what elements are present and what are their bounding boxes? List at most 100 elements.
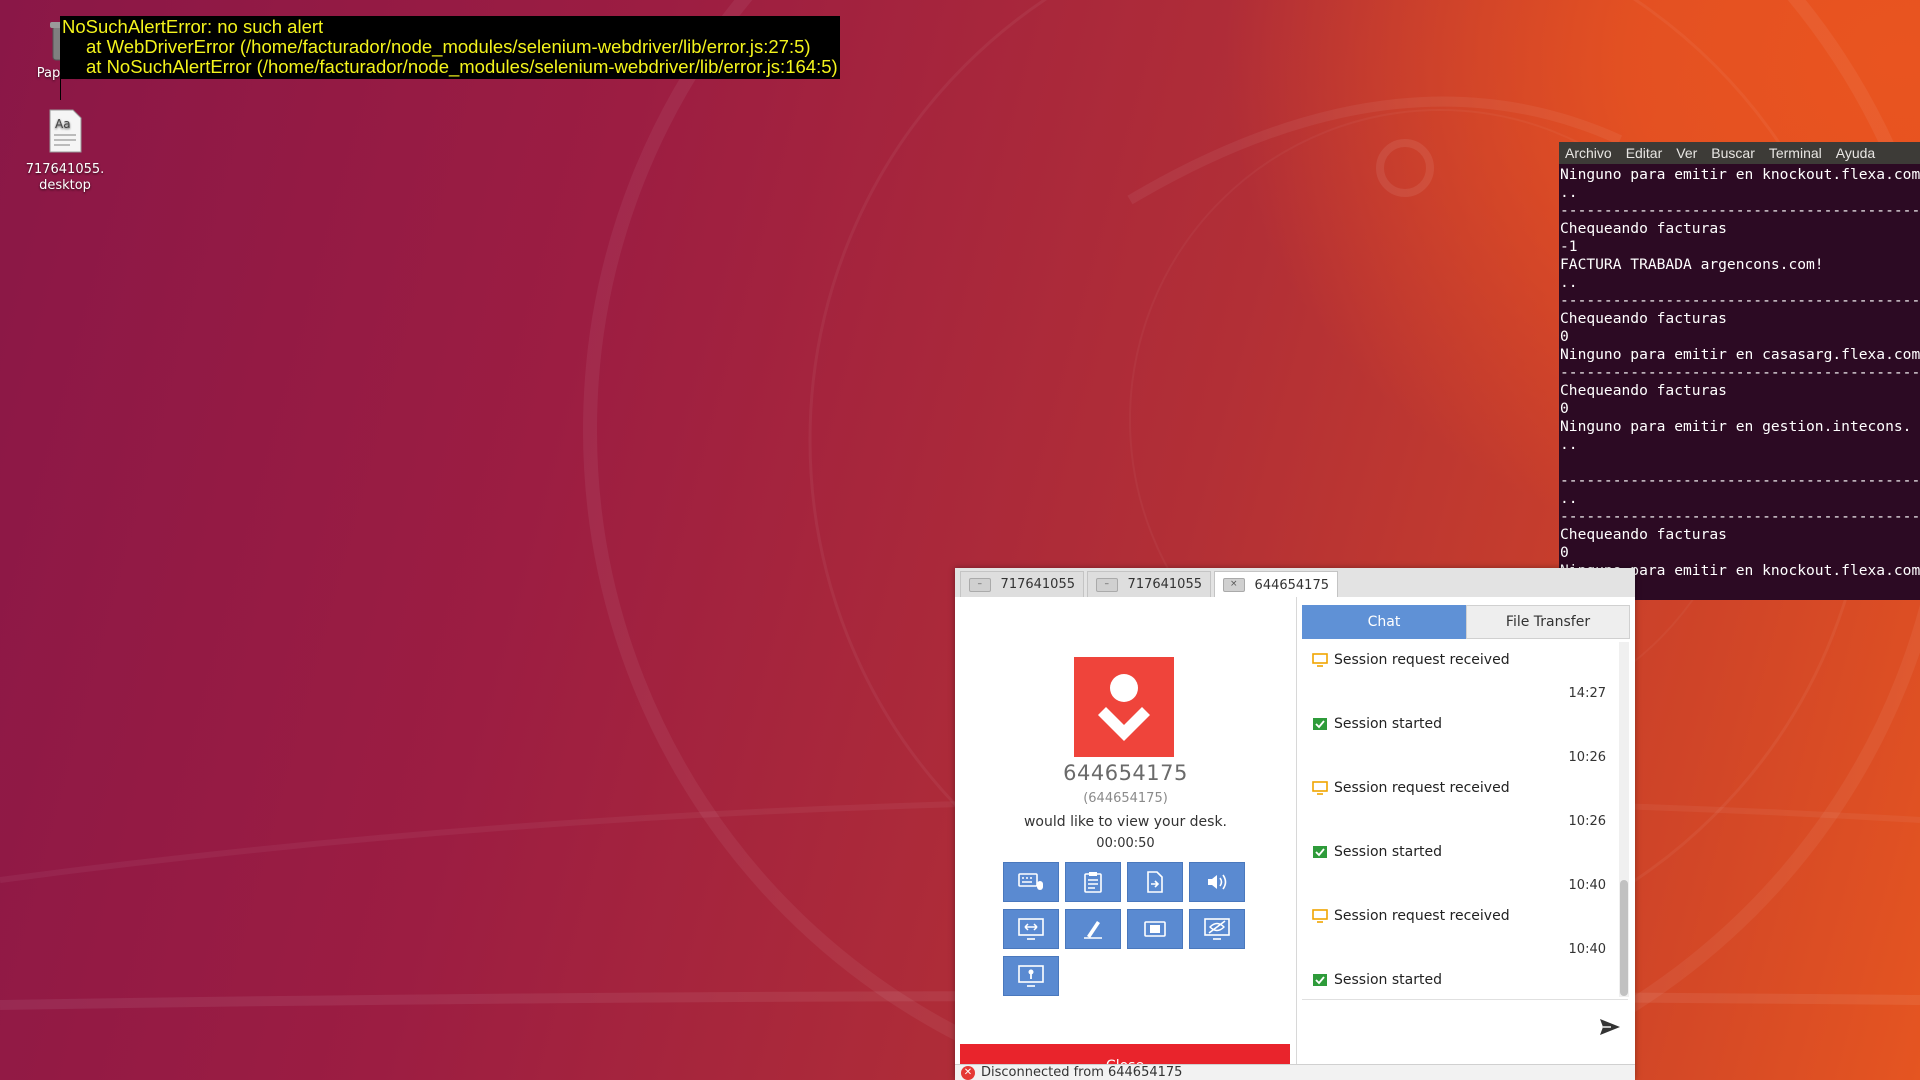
terminal-line: Chequeando facturas bbox=[1560, 526, 1727, 543]
text-file-icon: Aa bbox=[49, 109, 82, 153]
incoming-request-panel: 644654175 (644654175) would like to view… bbox=[955, 597, 1297, 1080]
chat-event-text: Session request received bbox=[1334, 652, 1510, 668]
chat-scrollbar-thumb[interactable] bbox=[1620, 880, 1628, 996]
request-message: would like to view your desk. bbox=[1023, 814, 1228, 830]
error-line: NoSuchAlertError: no such alert bbox=[62, 16, 324, 37]
terminal-line: Ninguno para emitir en knockout.flexa.co… bbox=[1560, 166, 1920, 183]
terminal-line: .. bbox=[1560, 490, 1578, 507]
chat-event: Session started bbox=[1312, 972, 1442, 988]
terminal-line: 0 bbox=[1560, 400, 1569, 417]
tab-label: 717641055 bbox=[1000, 577, 1075, 592]
terminal-menubar: Archivo Editar Ver Buscar Terminal Ayuda bbox=[1559, 142, 1920, 164]
terminal-line: .. bbox=[1560, 436, 1578, 453]
terminal-line: .. bbox=[1560, 184, 1578, 201]
permission-lock-desktop-button[interactable] bbox=[1003, 956, 1059, 996]
terminal-line: Chequeando facturas bbox=[1560, 310, 1727, 327]
terminal-line: ----------------------------------------… bbox=[1560, 292, 1920, 309]
terminal-line: -1 bbox=[1560, 238, 1578, 255]
session-tab-active[interactable]: × 644654175 bbox=[1214, 571, 1338, 598]
menu-buscar[interactable]: Buscar bbox=[1711, 145, 1755, 161]
terminal-line: Chequeando facturas bbox=[1560, 382, 1727, 399]
desktop-icon-file[interactable]: Aa 717641055. desktop bbox=[20, 108, 110, 194]
chat-event-text: Session started bbox=[1334, 716, 1442, 732]
chat-scrollbar[interactable] bbox=[1619, 642, 1629, 997]
permission-privacy-button[interactable] bbox=[1189, 909, 1245, 949]
menu-terminal[interactable]: Terminal bbox=[1769, 145, 1822, 161]
session-started-icon bbox=[1313, 846, 1327, 858]
terminal-line: ----------------------------------------… bbox=[1560, 472, 1920, 489]
terminal-line: Ninguno para emitir en casasarg.flexa.co… bbox=[1560, 346, 1920, 363]
status-bar: ✕ Disconnected from 644654175 bbox=[955, 1064, 1635, 1080]
chat-event-time: 10:26 bbox=[1568, 814, 1606, 829]
permission-control-button[interactable] bbox=[1003, 909, 1059, 949]
menu-editar[interactable]: Editar bbox=[1626, 145, 1663, 161]
permission-record-button[interactable] bbox=[1127, 909, 1183, 949]
chat-event: Session started bbox=[1312, 716, 1442, 732]
status-text: Disconnected from 644654175 bbox=[981, 1065, 1183, 1080]
permission-clipboard-button[interactable] bbox=[1065, 862, 1121, 902]
session-tabs: – 717641055 – 717641055 × 644654175 bbox=[955, 568, 1635, 598]
chat-event-text: Session started bbox=[1334, 844, 1442, 860]
sound-icon bbox=[1208, 874, 1227, 890]
caller-id: 644654175 bbox=[1063, 761, 1188, 785]
permission-sound-button[interactable] bbox=[1189, 862, 1245, 902]
terminal-line: 0 bbox=[1560, 544, 1569, 561]
chat-event-time: 10:26 bbox=[1568, 750, 1606, 765]
permission-keyboard-mouse-button[interactable] bbox=[1003, 862, 1059, 902]
terminal-line: ----------------------------------------… bbox=[1560, 364, 1920, 381]
session-tab[interactable]: – 717641055 bbox=[1087, 571, 1211, 597]
chat-panel: Chat File Transfer Session request recei… bbox=[1297, 597, 1635, 1080]
chat-event-time: 10:40 bbox=[1568, 942, 1606, 957]
terminal-window[interactable]: Archivo Editar Ver Buscar Terminal Ayuda… bbox=[1559, 142, 1920, 600]
error-line: at WebDriverError (/home/facturador/node… bbox=[86, 36, 811, 57]
permission-file-transfer-button[interactable] bbox=[1127, 862, 1183, 902]
anydesk-user-icon bbox=[1098, 674, 1150, 741]
tab-close-icon[interactable]: – bbox=[969, 577, 991, 592]
menu-ayuda[interactable]: Ayuda bbox=[1836, 145, 1875, 161]
chat-event-text: Session request received bbox=[1334, 780, 1510, 796]
tab-label: 717641055 bbox=[1127, 577, 1202, 592]
chat-log: Session request received 14:27 Session sta… bbox=[1302, 642, 1612, 995]
send-icon[interactable] bbox=[1599, 1017, 1621, 1037]
privacy-mode-icon bbox=[1204, 918, 1230, 940]
tab-close-icon[interactable]: – bbox=[1096, 577, 1118, 592]
tab-close-icon[interactable]: × bbox=[1223, 578, 1245, 592]
terminal-line: Ninguno para emitir en gestion.intecons. bbox=[1560, 418, 1912, 435]
chat-event-time: 14:27 bbox=[1568, 686, 1606, 701]
tab-label: 644654175 bbox=[1254, 577, 1329, 593]
file-transfer-icon bbox=[1147, 871, 1163, 893]
error-line: at NoSuchAlertError (/home/facturador/no… bbox=[86, 56, 838, 77]
session-started-icon bbox=[1313, 718, 1327, 730]
lock-desktop-icon bbox=[1018, 965, 1044, 987]
tab-file-transfer[interactable]: File Transfer bbox=[1466, 605, 1630, 639]
draw-icon bbox=[1084, 921, 1102, 939]
chat-event: Session request received bbox=[1312, 652, 1510, 668]
terminal-line: .. bbox=[1560, 274, 1578, 291]
disconnected-error-icon: ✕ bbox=[961, 1066, 975, 1080]
session-started-icon bbox=[1313, 974, 1327, 986]
clipboard-icon bbox=[1084, 872, 1102, 893]
chat-input[interactable] bbox=[1302, 1001, 1592, 1051]
chat-event-text: Session started bbox=[1334, 972, 1442, 988]
anydesk-window[interactable]: – 717641055 – 717641055 × 644654175 6446… bbox=[955, 568, 1635, 1080]
session-tab[interactable]: – 717641055 bbox=[960, 571, 1084, 597]
terminal-line: ----------------------------------------… bbox=[1560, 508, 1920, 525]
terminal-line: FACTURA TRABADA argencons.com! bbox=[1560, 256, 1824, 273]
permission-draw-button[interactable] bbox=[1065, 909, 1121, 949]
terminal-line: Chequeando facturas bbox=[1560, 220, 1727, 237]
chat-divider bbox=[1302, 999, 1628, 1000]
chat-event-time: 10:40 bbox=[1568, 878, 1606, 893]
menu-archivo[interactable]: Archivo bbox=[1565, 145, 1612, 161]
tab-chat[interactable]: Chat bbox=[1302, 605, 1466, 639]
session-timer: 00:00:50 bbox=[1096, 836, 1155, 851]
menu-ver[interactable]: Ver bbox=[1676, 145, 1697, 161]
keyboard-mouse-icon bbox=[1018, 873, 1043, 890]
chat-event: Session request received bbox=[1312, 780, 1510, 796]
terminal-line: ----------------------------------------… bbox=[1560, 202, 1920, 219]
terminal-output[interactable]: Ninguno para emitir en knockout.flexa.co… bbox=[1559, 164, 1920, 580]
chat-event-text: Session request received bbox=[1334, 908, 1510, 924]
record-icon bbox=[1144, 921, 1166, 937]
control-switch-icon bbox=[1018, 918, 1044, 940]
monitor-request-icon bbox=[1312, 909, 1328, 923]
